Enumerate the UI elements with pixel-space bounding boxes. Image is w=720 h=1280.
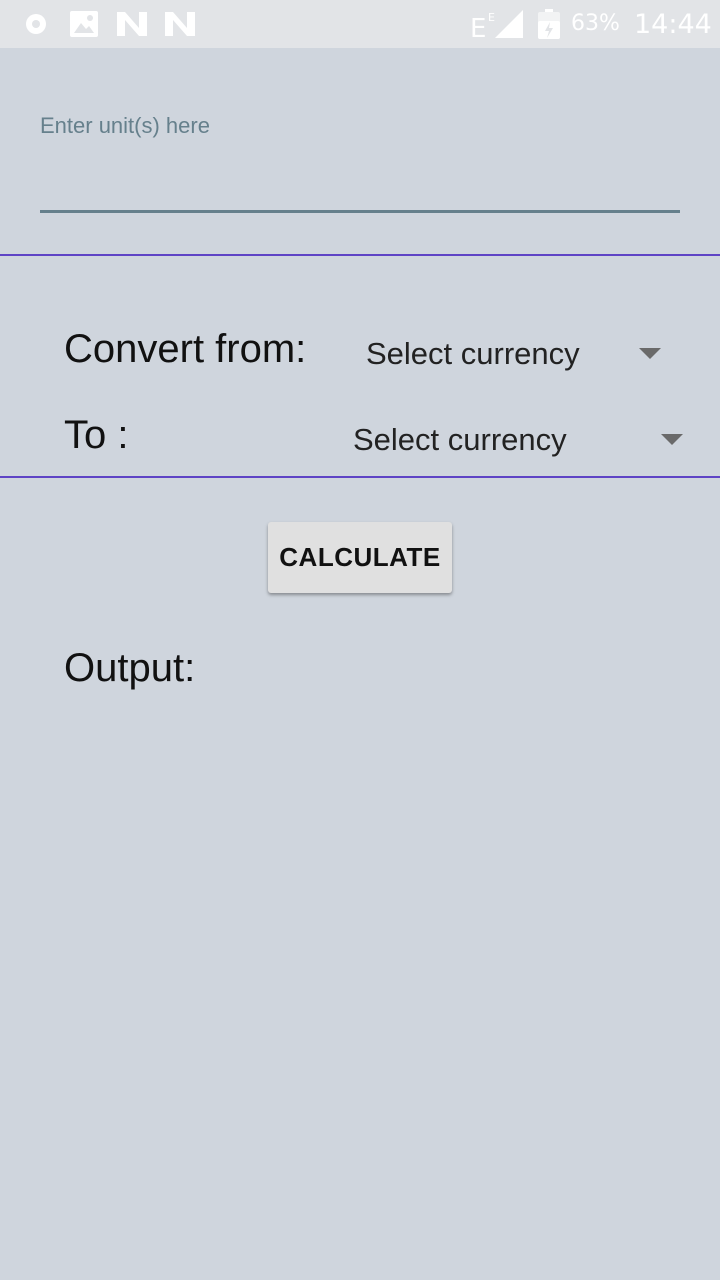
clock: 14:44	[634, 9, 712, 40]
svg-text:E: E	[488, 11, 495, 24]
convert-from-label: Convert from:	[64, 327, 307, 371]
circle-icon	[26, 14, 46, 34]
dropdown-arrow-icon	[639, 348, 661, 359]
battery-percentage: 63%	[571, 11, 620, 36]
top-divider	[0, 254, 720, 256]
dropdown-arrow-icon	[661, 434, 683, 445]
to-currency-value: Select currency	[353, 422, 567, 457]
bottom-divider	[0, 476, 720, 478]
image-icon	[70, 11, 98, 37]
svg-text:E: E	[470, 14, 486, 38]
status-bar: E E 63% 14:44	[0, 0, 720, 48]
from-currency-value: Select currency	[366, 336, 580, 371]
n-icon	[117, 12, 147, 36]
n-icon	[165, 12, 195, 36]
to-currency-select[interactable]: Select currency	[353, 414, 685, 464]
network-e-icon: E E	[470, 11, 495, 38]
unit-input-label: Enter unit(s) here	[40, 113, 210, 138]
signal-icon	[495, 10, 523, 38]
from-currency-select[interactable]: Select currency	[366, 328, 662, 378]
output-label: Output:	[64, 646, 196, 690]
battery-icon	[538, 9, 560, 39]
unit-input[interactable]	[40, 150, 680, 213]
to-label: To :	[64, 413, 129, 457]
calculate-button[interactable]: CALCULATE	[268, 522, 452, 593]
